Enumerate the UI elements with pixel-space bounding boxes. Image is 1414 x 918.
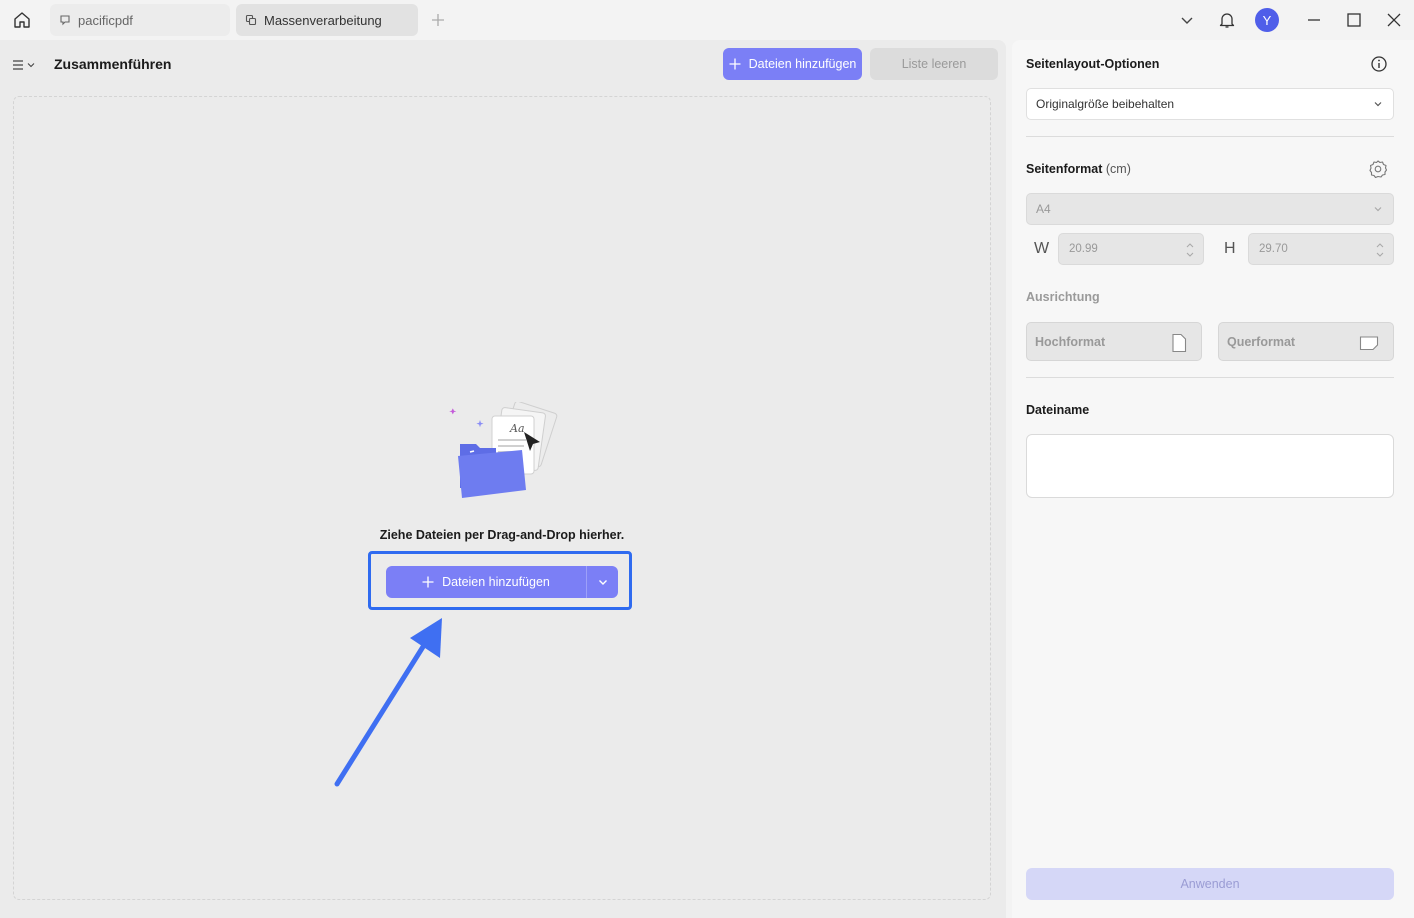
clear-list-label: Liste leeren (901, 57, 967, 71)
chat-bubble-icon (58, 13, 72, 27)
apply-label: Anwenden (1180, 877, 1240, 891)
tab-pacificpdf[interactable]: pacificpdf (50, 4, 230, 36)
home-icon (14, 12, 30, 28)
page-format-text: Seitenformat (1026, 162, 1103, 176)
stepper-icon[interactable] (1375, 240, 1385, 260)
orientation-label: Ausrichtung (1026, 290, 1100, 304)
page-format-select-value: A4 (1036, 202, 1051, 216)
close-button[interactable] (1382, 8, 1406, 32)
apply-button[interactable]: Anwenden (1026, 868, 1394, 900)
filename-label: Dateiname (1026, 403, 1090, 417)
maximize-button[interactable] (1342, 8, 1366, 32)
portrait-label: Hochformat (1035, 334, 1106, 349)
width-value: 20.99 (1069, 243, 1098, 255)
portrait-button[interactable]: Hochformat (1026, 322, 1202, 361)
home-button[interactable] (8, 6, 36, 34)
filename-field[interactable] (1026, 434, 1394, 498)
add-files-label: Dateien hinzufügen (748, 57, 857, 71)
plus-icon (432, 14, 444, 26)
add-files-main-label: Dateien hinzufügen (442, 575, 550, 589)
merge-panel: Zusammenführen Dateien hinzufügen Liste … (0, 40, 1006, 918)
layout-options-label: Seitenlayout-Optionen (1026, 57, 1160, 71)
layout-select-value: Originalgröße beibehalten (1036, 97, 1175, 111)
illustration-text: Aa (509, 422, 525, 435)
info-icon[interactable] (1370, 55, 1388, 73)
avatar-initial: Y (1262, 12, 1272, 28)
layout-select[interactable]: Originalgröße beibehalten (1026, 88, 1394, 120)
notifications-button[interactable] (1215, 8, 1239, 32)
chevron-down-icon (1181, 17, 1193, 24)
tab-massenverarbeitung[interactable]: Massenverarbeitung (236, 4, 418, 36)
gear-icon[interactable] (1368, 159, 1388, 179)
tab-label: pacificpdf (78, 12, 133, 28)
width-input[interactable]: 20.99 (1058, 233, 1204, 265)
chevron-down-icon (1374, 102, 1382, 107)
chevron-down-icon (1374, 207, 1382, 212)
width-letter: W (1034, 240, 1050, 257)
add-files-dropdown-button[interactable] (586, 566, 618, 598)
options-panel: Seitenlayout-Optionen Originalgröße beib… (1012, 40, 1414, 918)
divider (1026, 377, 1394, 378)
page-format-unit: (cm) (1105, 162, 1131, 176)
batch-copy-icon (244, 13, 258, 27)
close-icon (1387, 13, 1401, 27)
plus-icon (422, 576, 434, 588)
pointer-arrow (334, 618, 442, 787)
height-input[interactable]: 29.70 (1248, 233, 1394, 265)
landscape-label: Querformat (1227, 334, 1296, 349)
maximize-icon (1347, 13, 1361, 27)
tab-label: Massenverarbeitung (264, 12, 382, 28)
folder-documents-illustration: Aa (449, 402, 558, 498)
page-format-label: Seitenformat (cm) (1026, 162, 1131, 176)
add-files-main-button[interactable]: Dateien hinzufügen (386, 566, 586, 598)
portrait-page-icon (1172, 333, 1187, 353)
chevron-down-icon (598, 580, 607, 585)
height-letter: H (1224, 240, 1236, 257)
plus-icon (729, 58, 741, 70)
stepper-icon[interactable] (1185, 240, 1195, 260)
title-bar: pacificpdf Massenverarbeitung Y (0, 0, 1414, 40)
menu-button[interactable] (12, 54, 42, 76)
landscape-page-icon (1359, 336, 1379, 351)
bell-icon (1219, 13, 1235, 28)
drop-instruction: Ziehe Dateien per Drag-and-Drop hierher. (379, 528, 625, 542)
divider (1026, 136, 1394, 137)
add-files-button[interactable]: Dateien hinzufügen (723, 48, 862, 80)
height-value: 29.70 (1259, 243, 1288, 255)
tabs-dropdown-button[interactable] (1175, 8, 1199, 32)
new-tab-button[interactable] (428, 10, 448, 30)
page-format-select[interactable]: A4 (1026, 193, 1394, 225)
page-title: Zusammenführen (54, 56, 172, 72)
avatar[interactable]: Y (1255, 8, 1279, 32)
chevron-down-icon (27, 63, 35, 68)
clear-list-button[interactable]: Liste leeren (870, 48, 998, 80)
landscape-button[interactable]: Querformat (1218, 322, 1394, 361)
minimize-icon (1308, 19, 1320, 21)
minimize-button[interactable] (1302, 8, 1326, 32)
hamburger-icon (13, 60, 23, 70)
